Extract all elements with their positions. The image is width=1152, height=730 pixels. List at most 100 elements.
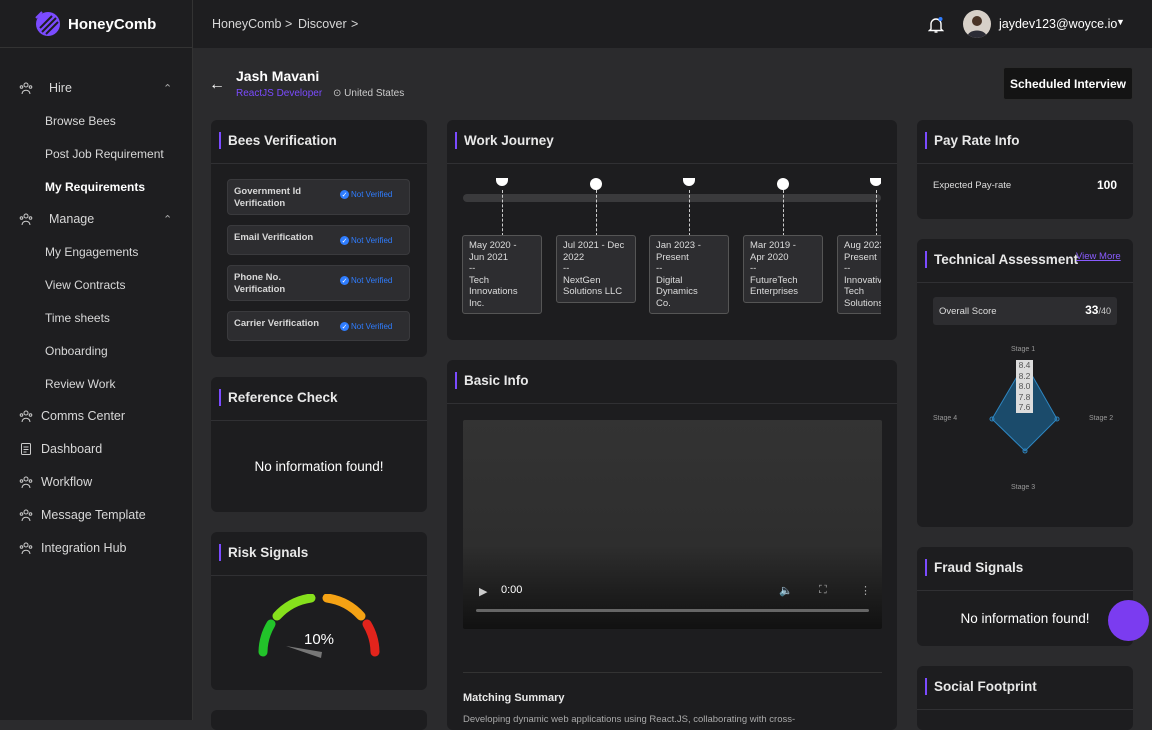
sidebar-item-hire[interactable]: Hire ⌃ <box>0 74 193 102</box>
back-arrow-icon[interactable]: ← <box>209 76 225 94</box>
accent-bar <box>219 389 221 406</box>
sidebar-item-my-requirements[interactable]: My Requirements <box>0 173 193 201</box>
sidebar-item-manage[interactable]: Manage ⌃ <box>0 205 193 233</box>
location-text: United States <box>344 88 405 99</box>
timeline-dash: -- <box>469 263 476 274</box>
card-header: Fraud Signals <box>917 547 1133 591</box>
timeline-date: Present <box>656 251 689 263</box>
divider <box>0 47 193 48</box>
sidebar-item-label: Browse Bees <box>45 114 116 128</box>
sidebar-item-post-job[interactable]: Post Job Requirement <box>0 140 193 168</box>
sidebar-item-label: My Engagements <box>45 245 139 259</box>
timeline-date: Apr 2020 <box>750 251 789 263</box>
candidate-location: ⊙ United States <box>333 88 404 99</box>
sidebar-item-time-sheets[interactable]: Time sheets <box>0 304 193 332</box>
sidebar-item-onboarding[interactable]: Onboarding <box>0 337 193 365</box>
sidebar-item-review-work[interactable]: Review Work <box>0 370 193 398</box>
users-icon <box>19 410 33 423</box>
card-header: Social Footprint <box>917 666 1133 710</box>
check-icon: ✓ <box>340 236 349 245</box>
risk-gauge <box>258 594 380 658</box>
users-icon <box>19 213 33 226</box>
timeline-scroll[interactable]: May 2020 - Jun 2021 -- Tech Innovations Inc. … <box>447 120 881 340</box>
timeline-item[interactable]: Jan 2023 - Present -- Digital Dynamics Co. <box>649 235 729 314</box>
scheduled-interview-button[interactable]: Scheduled Interview <box>1003 67 1133 100</box>
video-progress-bar[interactable] <box>476 609 869 612</box>
sidebar-item-browse-bees[interactable]: Browse Bees <box>0 107 193 135</box>
volume-icon[interactable]: 🔈 <box>779 584 793 597</box>
card-header: Basic Info <box>447 360 897 404</box>
top-bar: HoneyComb > Discover > jaydev123@woyce.i… <box>193 0 1152 48</box>
timeline-date: Jun 2021 <box>469 251 509 263</box>
timeline-item[interactable]: Aug 2023 -Present--InnovativeTechSolutio… <box>837 235 881 314</box>
timeline-company: Digital <box>656 274 683 286</box>
verification-row-government-id: Government Id Verification ✓ Not Verified <box>227 179 410 215</box>
users-icon <box>19 509 33 522</box>
overall-score-max: /40 <box>1098 306 1111 316</box>
user-email[interactable]: jaydev123@woyce.io <box>999 17 1117 31</box>
breadcrumb-honeycomb[interactable]: HoneyComb <box>212 17 281 31</box>
view-more-link[interactable]: View More <box>1076 251 1121 262</box>
status-badge: ✓ Not Verified <box>340 322 392 331</box>
sidebar-item-dashboard[interactable]: Dashboard <box>0 435 193 463</box>
location-pin-icon: ⊙ <box>333 88 345 99</box>
radar-stage-label: Stage 4 <box>933 415 958 422</box>
honeycomb-logo-icon <box>35 11 60 36</box>
avatar[interactable] <box>963 10 991 38</box>
verification-row-phone: Phone No. Verification ✓ Not Verified <box>227 265 410 301</box>
sidebar-item-comms-center[interactable]: Comms Center <box>0 402 193 430</box>
pay-rate-label: Expected Pay-rate <box>933 180 1012 191</box>
play-icon[interactable]: ▶ <box>479 585 487 598</box>
card-partial <box>211 710 427 730</box>
radar-tick: 8.2 <box>1018 370 1031 381</box>
candidate-name: Jash Mavani <box>236 68 320 84</box>
card-title: Pay Rate Info <box>934 133 1020 148</box>
chat-fab-button[interactable] <box>1108 600 1149 641</box>
timeline-item[interactable]: May 2020 - Jun 2021 -- Tech Innovations Inc. <box>462 235 542 314</box>
overall-score-label: Overall Score <box>939 306 997 317</box>
sidebar-item-message-template[interactable]: Message Template <box>0 501 193 529</box>
bell-icon[interactable] <box>928 16 944 34</box>
basic-info-card: Basic Info ▶ 0:00 🔈 ⛶ ⋮ Matching Summary… <box>447 360 897 730</box>
timeline-item[interactable]: Jul 2021 - Dec 2022 -- NextGen Solutions LLC <box>556 235 636 303</box>
verification-label-line: Verification <box>234 284 286 295</box>
sidebar-item-integration-hub[interactable]: Integration Hub <box>0 534 193 562</box>
sidebar-item-my-engagements[interactable]: My Engagements <box>0 238 193 266</box>
timeline-item[interactable]: Mar 2019 - Apr 2020 -- FutureTech Enterprise… <box>743 235 823 303</box>
sidebar-item-workflow[interactable]: Workflow <box>0 468 193 496</box>
accent-bar <box>925 251 927 268</box>
card-header: Risk Signals <box>211 532 427 576</box>
timeline-company: Solutions LLC <box>563 286 623 297</box>
verification-label-line: Phone No. <box>234 272 281 283</box>
pay-rate-value: 100 <box>1096 178 1117 192</box>
timeline-company: Co. <box>656 297 671 309</box>
social-footprint-card: Social Footprint <box>917 666 1133 730</box>
breadcrumb-discover[interactable]: Discover <box>298 17 347 31</box>
sidebar-item-label: Dashboard <box>41 442 103 456</box>
timeline-date: Mar 2019 - <box>750 240 796 251</box>
fullscreen-icon[interactable]: ⛶ <box>819 584 827 597</box>
timeline-marker <box>683 178 695 186</box>
sidebar-item-view-contracts[interactable]: View Contracts <box>0 271 193 299</box>
status-badge: ✓ Not Verified <box>340 276 392 285</box>
status-text: Not Verified <box>351 190 393 199</box>
accent-bar <box>219 544 221 561</box>
timeline-dash: -- <box>563 263 570 274</box>
timeline-company: Solutions <box>844 297 881 309</box>
chevron-down-icon[interactable]: ▼ <box>1116 17 1125 27</box>
users-icon <box>19 542 33 555</box>
video-player[interactable]: ▶ 0:00 🔈 ⛶ ⋮ <box>463 420 882 629</box>
more-options-icon[interactable]: ⋮ <box>860 584 871 597</box>
card-title: Bees Verification <box>228 133 337 148</box>
sidebar-item-label: View Contracts <box>45 278 126 292</box>
verification-label: Email Verification <box>234 232 314 243</box>
timeline-company: NextGen <box>563 274 601 286</box>
sidebar-item-label: Post Job Requirement <box>45 147 164 161</box>
logo[interactable]: HoneyComb <box>34 10 156 38</box>
radar-tick-labels: 8.4 8.2 8.0 7.8 7.6 <box>1016 360 1033 413</box>
overall-score-value: 33 <box>1085 303 1099 317</box>
verification-label-line: Verification <box>234 198 286 209</box>
radar-stage-label: Stage 3 <box>1011 484 1036 491</box>
sidebar-item-label: Time sheets <box>45 311 110 325</box>
risk-signals-card: Risk Signals 10% <box>211 532 427 690</box>
